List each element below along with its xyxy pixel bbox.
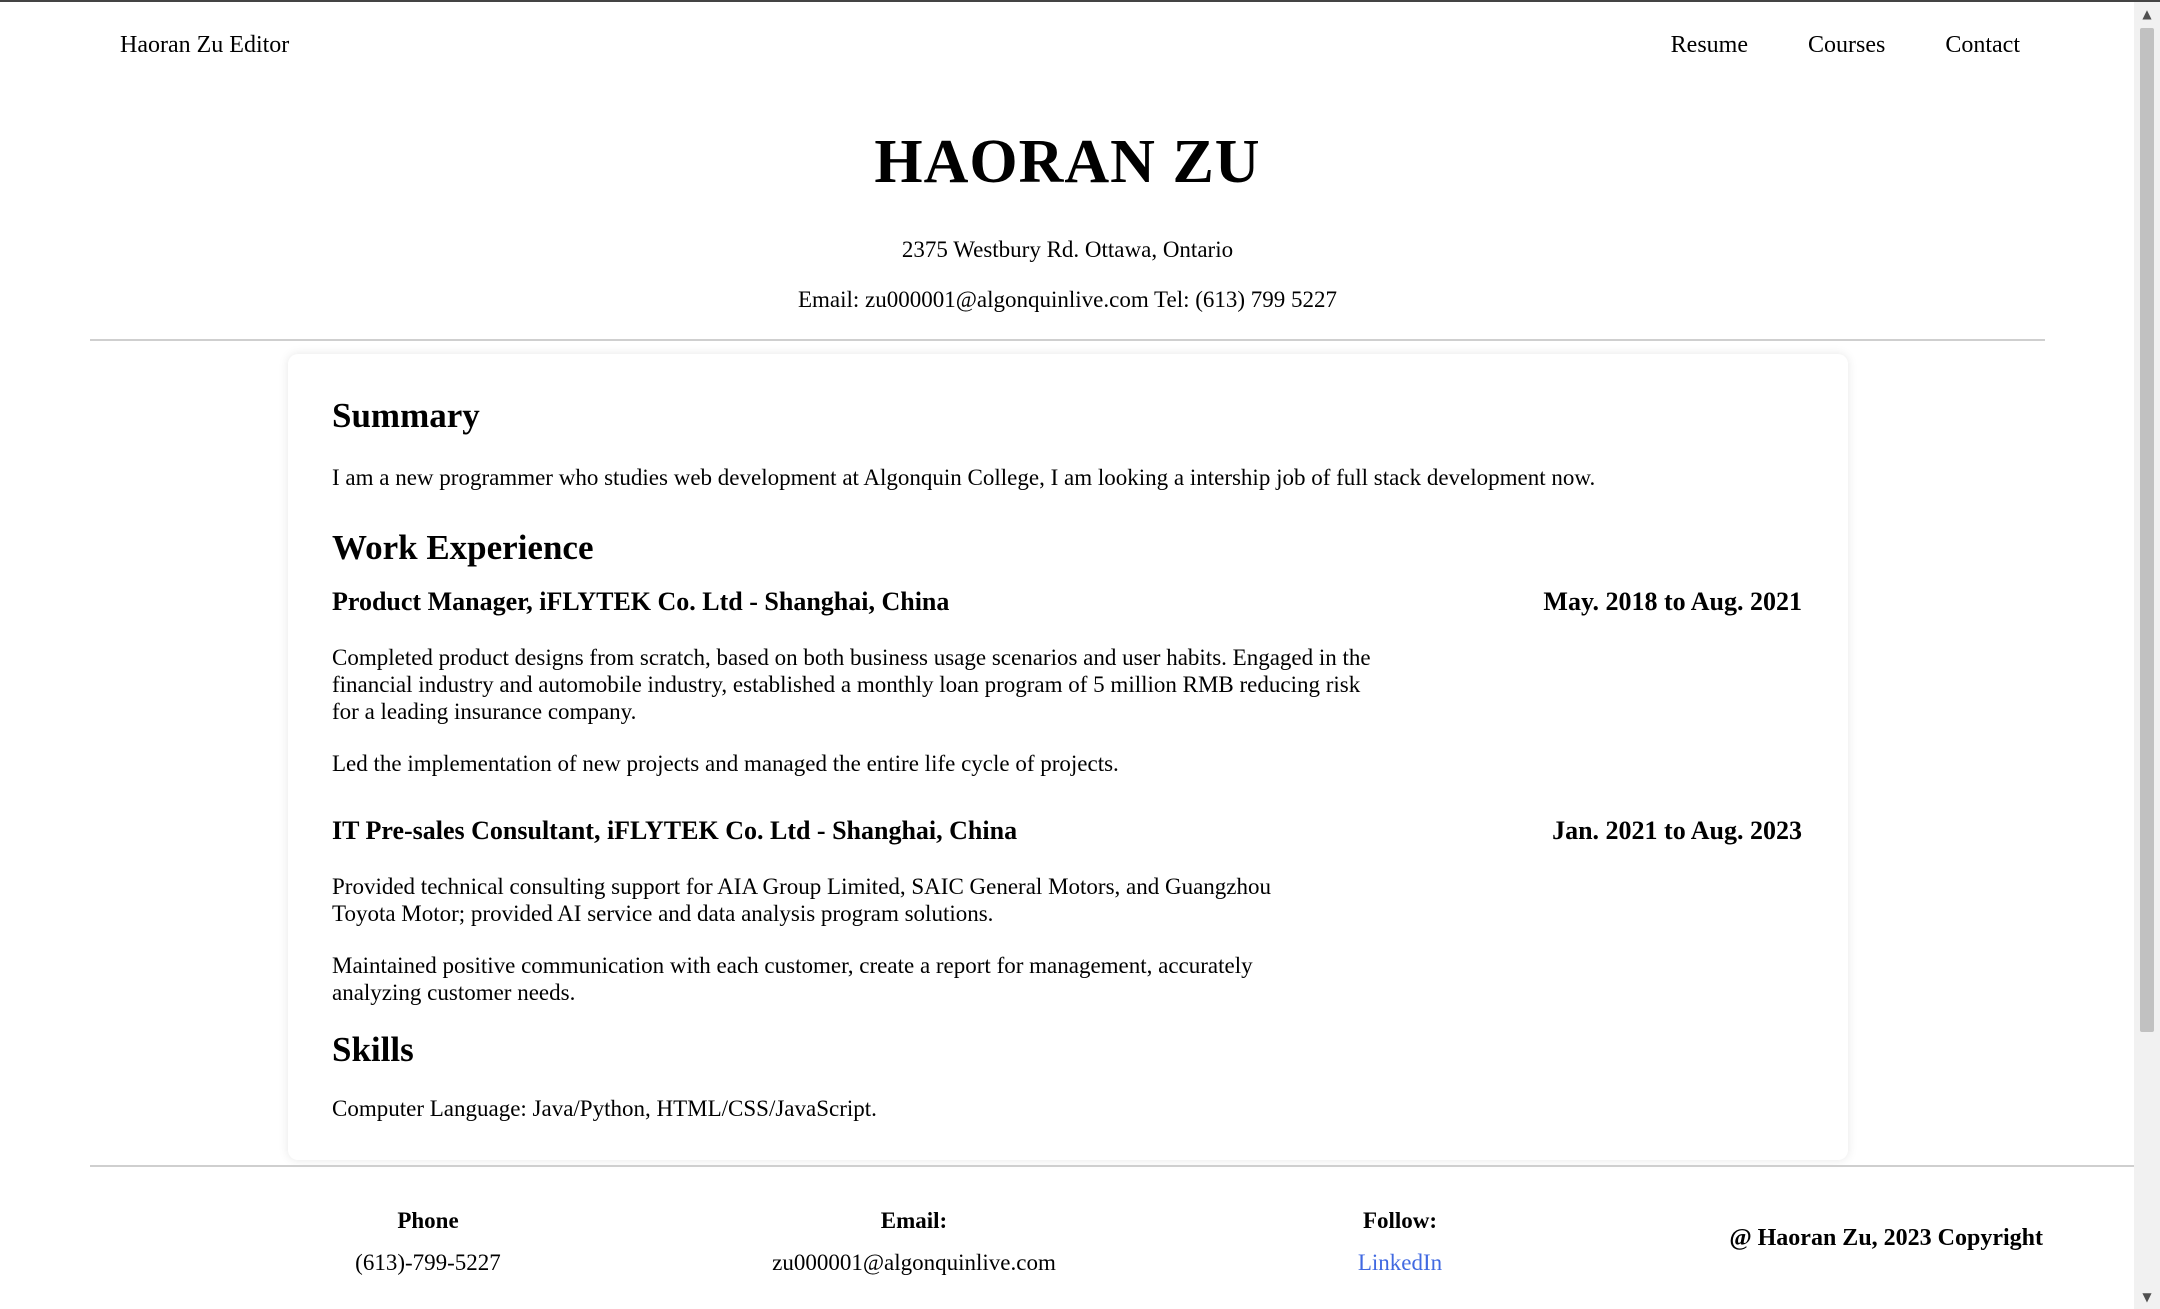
nav-link-courses[interactable]: Courses	[1808, 32, 1885, 59]
footer-divider	[90, 1165, 2134, 1167]
skill-item: Computer Language: Java/Python, HTML/CSS…	[332, 1096, 877, 1121]
summary-text: I am a new programmer who studies web de…	[332, 465, 1596, 490]
scrollbar-thumb[interactable]	[2140, 28, 2154, 1032]
footer-phone: Phone (613)-799-5227	[228, 1205, 628, 1279]
scroll-up-arrow-icon[interactable]: ▲	[2134, 2, 2160, 26]
linkedin-link[interactable]: LinkedIn	[1358, 1250, 1442, 1275]
job-description: Provided technical consulting support fo…	[332, 874, 1272, 926]
job-description: Maintained positive communication with e…	[332, 953, 1253, 1005]
nav-link-contact[interactable]: Contact	[1945, 32, 2020, 59]
job-description: Completed product designs from scratch, …	[332, 645, 1371, 724]
footer-follow-label: Follow:	[1362, 1208, 1438, 1233]
address-line: 2375 Westbury Rd. Ottawa, Ontario	[901, 237, 1234, 262]
nav-link-resume[interactable]: Resume	[1671, 32, 1748, 59]
job-date: May. 2018 to Aug. 2021	[1543, 587, 1802, 616]
footer-email-label: Email:	[880, 1208, 948, 1233]
job-description: Led the implementation of new projects a…	[332, 751, 1119, 776]
footer-email: Email: zu000001@algonquinlive.com	[714, 1205, 1114, 1279]
contact-line: Email: zu000001@algonquinlive.com Tel: (…	[797, 287, 1338, 312]
footer-email-value: zu000001@algonquinlive.com	[772, 1250, 1056, 1275]
footer-phone-value: (613)-799-5227	[355, 1250, 501, 1275]
brand-link[interactable]: Haoran Zu Editor	[120, 32, 289, 59]
resume-header: HAORAN ZU 2375 Westbury Rd. Ottawa, Onta…	[90, 120, 2045, 316]
copyright-text: @ Haoran Zu, 2023 Copyright	[1729, 1225, 2043, 1251]
job-title: Product Manager, iFLYTEK Co. Ltd - Shang…	[332, 587, 950, 616]
vertical-scrollbar[interactable]: ▲ ▼	[2134, 2, 2160, 1309]
work-experience-heading: Work Experience	[332, 528, 594, 567]
nav-links: Resume Courses Contact	[1611, 32, 2020, 59]
job-title: IT Pre-sales Consultant, iFLYTEK Co. Ltd…	[332, 816, 1018, 845]
scroll-down-arrow-icon[interactable]: ▼	[2134, 1285, 2160, 1309]
job-date: Jan. 2021 to Aug. 2023	[1552, 816, 1802, 845]
resume-name: HAORAN ZU	[874, 128, 1261, 196]
summary-heading: Summary	[332, 396, 480, 435]
footer-phone-label: Phone	[397, 1208, 459, 1233]
skills-heading: Skills	[332, 1030, 414, 1069]
header-divider	[90, 339, 2045, 341]
resume-card: Summary I am a new programmer who studie…	[288, 354, 1848, 1160]
footer-follow-value: LinkedIn	[1200, 1247, 1600, 1279]
footer-follow: Follow: LinkedIn	[1200, 1205, 1600, 1279]
navbar: Haoran Zu Editor Resume Courses Contact	[0, 2, 2134, 88]
